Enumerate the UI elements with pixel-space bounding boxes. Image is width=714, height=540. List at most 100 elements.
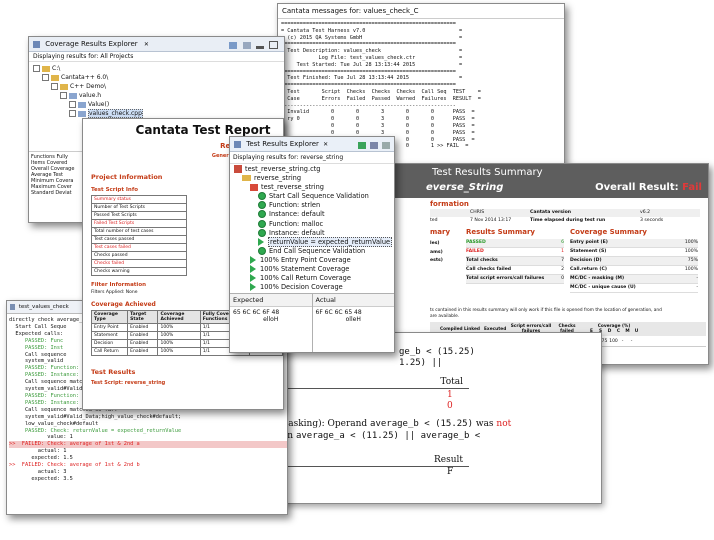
minimize-icon[interactable] — [255, 46, 264, 49]
summary-left-labels: les) ams) ests) — [430, 240, 443, 266]
message-line: ========================================… — [281, 41, 456, 48]
coverage-summary-value: - — [696, 285, 698, 290]
report-info-cell: Passed Test Scripts — [91, 211, 187, 220]
folder-icon — [51, 74, 59, 81]
report-section-results: Test Results — [91, 368, 136, 376]
trx-item-label: 100% Statement Coverage — [260, 265, 350, 274]
expand-icon[interactable] — [51, 83, 58, 90]
pass-icon — [258, 201, 266, 210]
results-summary-row: Call checks failed 2 — [466, 266, 564, 275]
trx-tree-item[interactable]: 100% Entry Point Coverage — [232, 255, 394, 265]
collapse-all-icon[interactable] — [229, 42, 238, 49]
doc-line-1: ge_b < (15.25) — [399, 347, 475, 357]
message-line: = Test Script Checks Checks Checks Call … — [281, 88, 481, 95]
trx-tree-item[interactable]: 100% Statement Coverage — [232, 265, 394, 274]
pass-icon — [258, 228, 266, 237]
report-info-cell: Checks passed — [91, 251, 187, 260]
summary-note-line2: are available. — [430, 313, 460, 319]
trx-tree-item[interactable]: reverse_string — [232, 174, 394, 183]
coverage-cell: Statement — [90, 331, 129, 340]
trx-tree-item[interactable]: End Call Sequence Validation — [232, 246, 394, 256]
results-summary-header: Results Summary — [466, 228, 535, 236]
trx-tree-item[interactable]: returnValue = expected_returnValue — [232, 236, 394, 247]
log-line: value: 1 — [9, 434, 73, 441]
expand-icon[interactable] — [42, 74, 49, 81]
folder-icon — [242, 175, 251, 182]
summary-header: Test Results Summary everse_String Overa… — [394, 164, 708, 198]
expand-icon[interactable] — [69, 101, 76, 108]
tree-item[interactable]: values_check.cpp — [33, 109, 280, 118]
coverage-summary-value: 100% — [684, 249, 698, 254]
expand-icon[interactable] — [69, 110, 76, 117]
messages-body[interactable]: ========================================… — [278, 19, 564, 152]
log-line: expected: 1.5 — [9, 455, 73, 462]
close-icon[interactable]: ✕ — [144, 41, 149, 48]
tree-item[interactable]: Cantata++ 6.0\ — [33, 73, 280, 82]
link-icon[interactable] — [242, 42, 251, 49]
coverage-letter: U — [634, 329, 639, 334]
expected-label: Expected — [230, 294, 312, 307]
coverage-summary-rows: Entry point (E) 100% Statement (S) 100% Deci… — [570, 239, 698, 293]
tree-item[interactable]: Value() — [33, 100, 280, 109]
summary-left-label: ams) — [430, 249, 443, 255]
hdr-executed: Executed — [484, 326, 507, 332]
coverage-summary-value: 75% — [687, 258, 698, 263]
trx-tree-item[interactable]: Function: strlen — [232, 201, 394, 210]
trx-tree-item[interactable]: Start Call Sequence Validation — [232, 192, 394, 201]
toolbar-icons[interactable] — [226, 40, 278, 51]
close-icon[interactable]: ✕ — [323, 141, 328, 148]
report-info-row: Summary status — [91, 195, 187, 204]
trx-item-label: Instance: default — [269, 210, 325, 219]
tree-item[interactable]: C++ Demo\ — [33, 82, 280, 91]
results-summary-label: Total checks — [466, 258, 498, 263]
tools-icon[interactable] — [369, 142, 378, 149]
coverage-summary-label: MC/DC - unique cause (U) — [570, 285, 636, 290]
message-line: = Test Finished: Tue Jul 28 13:13:44 201… — [281, 75, 463, 82]
expand-icon[interactable] — [60, 92, 67, 99]
info-row-1: CHRIS Cantata version v6.2 — [430, 209, 700, 217]
coverage-explorer-subtitle: Displaying results for: All Projects — [29, 52, 284, 62]
coverage-cell: Enabled — [127, 323, 159, 332]
coverage-summary-label: Statement (S) — [570, 249, 607, 254]
expand-icon[interactable] — [33, 65, 40, 72]
trx-tree-item[interactable]: test_reverse_string — [232, 183, 394, 192]
log-line: actual: 1 — [9, 448, 67, 455]
trx-item-label: test_reverse_string.ctg — [245, 165, 321, 173]
tree-item[interactable]: value.h — [33, 91, 280, 100]
report-info-row: Test cases passed — [91, 235, 187, 244]
trx-tree-item[interactable]: Instance: default — [232, 210, 394, 219]
coverage-summary-row: Statement (S) 100% — [570, 248, 698, 257]
maximize-icon[interactable] — [269, 41, 278, 49]
doc-masking-b: average_b < (15.25) — [370, 419, 473, 429]
trx-tree-item[interactable]: Function: malloc — [232, 219, 394, 229]
coverage-letter: C — [616, 329, 621, 334]
messages-title: Cantata messages for: values_check_C — [278, 4, 564, 19]
log-line: system_valid#Valid_Data;high_value_check… — [9, 413, 182, 420]
trx-toolbar[interactable] — [356, 140, 390, 151]
test-file-icon — [234, 165, 242, 173]
tree-label: C++ Demo\ — [70, 83, 106, 90]
coverage-header-cell: Coverage Achieved — [157, 310, 201, 324]
info-version: v6.2 — [640, 210, 651, 215]
doc-total-2: 0 — [447, 401, 453, 411]
coverage-cell: 100% — [157, 331, 201, 340]
trx-tree-item[interactable]: 100% Decision Coverage — [232, 283, 394, 292]
results-summary-row: Total checks 7 — [466, 257, 564, 266]
log-tab-label: test_values_check — [18, 304, 69, 310]
message-line: = ry 0 0 0 3 0 0 PASS = — [281, 116, 475, 123]
menu-icon[interactable] — [382, 142, 390, 149]
trx-tree-item[interactable]: 100% Call Return Coverage — [232, 274, 394, 283]
filter-icon[interactable] — [357, 142, 366, 149]
pass-icon — [258, 246, 266, 255]
coverage-summary-row: Decision (D) 75% — [570, 257, 698, 266]
results-summary-value: 7 — [561, 258, 564, 263]
trx-item-label: End Call Sequence Validation — [269, 246, 366, 255]
trx-tree-item[interactable]: test_reverse_string.ctg — [232, 165, 394, 174]
tree-item[interactable]: C:\ — [33, 64, 280, 73]
summary-table-cell: - — [621, 338, 624, 344]
tree-label: Cantata++ 6.0\ — [61, 74, 109, 81]
message-line: = 0 0 3 0 0 PASS = — [281, 122, 475, 129]
log-line: PASSED: Check: returnValue = expected_re… — [9, 427, 182, 434]
coverage-cell: Entry Point — [90, 323, 129, 332]
tree-label: Value() — [88, 101, 110, 108]
